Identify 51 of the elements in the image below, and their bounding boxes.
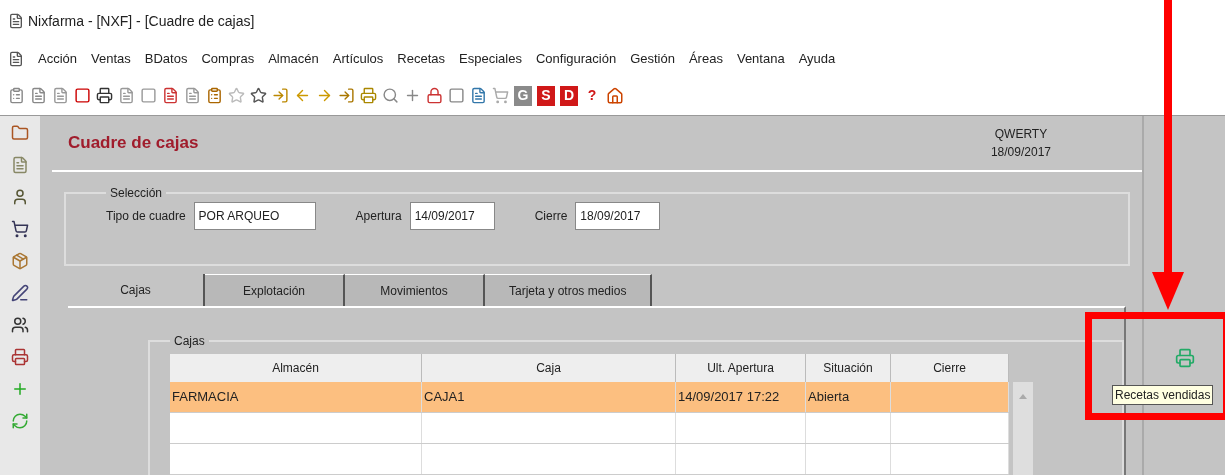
tab[interactable]: Tarjeta y otros medios — [485, 274, 653, 306]
side-toolbar-icon[interactable] — [11, 284, 29, 302]
menu-item[interactable]: Áreas — [688, 49, 723, 69]
window-title: Nixfarma - [NXF] - [Cuadre de cajas] — [28, 11, 255, 31]
toolbar-icon[interactable] — [96, 87, 113, 104]
table-cell-text: 14/09/2017 17:22 — [678, 388, 780, 407]
printer-icon[interactable] — [1174, 348, 1195, 368]
table-row[interactable]: FARMACIA CAJA1 14/09/2017 17:22 Abierta — [170, 382, 1009, 413]
group-legend: Cajas — [170, 332, 209, 350]
menu-item[interactable]: BDatos — [144, 49, 188, 69]
scrollbar[interactable] — [1013, 382, 1033, 475]
table-cell-text: CAJA1 — [424, 388, 465, 407]
menu-item[interactable]: Ventana — [736, 49, 785, 69]
toolbar-button[interactable]: S — [537, 85, 555, 106]
app-icon — [8, 13, 24, 29]
menu-item[interactable]: Ventas — [91, 49, 131, 69]
app-icon — [8, 51, 24, 67]
side-toolbar-icon[interactable] — [11, 188, 29, 206]
menu-item[interactable]: Ayuda — [798, 49, 836, 69]
text-field[interactable]: 14/09/2017 — [409, 202, 495, 230]
panel-title: Cuadre de cajas — [68, 132, 199, 155]
group-legend: Selección — [106, 184, 167, 202]
field-label: Apertura — [355, 208, 402, 225]
field-label: Cierre — [534, 208, 568, 225]
menu-item[interactable]: Configuración — [535, 49, 617, 69]
text-field[interactable]: POR ARQUEO — [193, 202, 316, 230]
toolbar-icon[interactable] — [74, 87, 91, 104]
side-toolbar-icon[interactable] — [11, 348, 29, 366]
menu-item[interactable]: Recetas — [397, 49, 446, 69]
menu-item[interactable]: Artículos — [332, 49, 384, 69]
home-icon[interactable] — [606, 86, 624, 105]
menu-item[interactable]: Especiales — [459, 49, 522, 69]
toolbar-icon[interactable] — [250, 87, 267, 104]
menu-item[interactable]: Acción — [38, 49, 78, 69]
table-cell-text: Abierta — [808, 388, 850, 407]
side-toolbar-icon[interactable] — [11, 220, 29, 238]
menu-item[interactable]: Gestión — [630, 49, 675, 69]
session-date: 18/09/2017 — [990, 144, 1051, 161]
side-toolbar-icon[interactable] — [11, 316, 29, 334]
table-cell-text: FARMACIA — [172, 388, 239, 407]
menu-item[interactable]: Compras — [201, 49, 255, 69]
tooltip: Recetas vendidas — [1112, 385, 1214, 405]
tab[interactable]: Movimientos — [345, 274, 485, 306]
tab[interactable]: Explotación — [205, 274, 345, 306]
toolbar-button[interactable]: ? — [583, 85, 601, 106]
scroll-up-icon[interactable] — [1019, 394, 1027, 399]
field-label: Tipo de cuadre — [106, 208, 186, 225]
text-field[interactable]: 18/09/2017 — [575, 202, 661, 230]
toolbar-button[interactable]: D — [560, 85, 578, 106]
menu-item[interactable]: Almacén — [268, 49, 319, 69]
user-name: QWERTY — [994, 126, 1048, 143]
